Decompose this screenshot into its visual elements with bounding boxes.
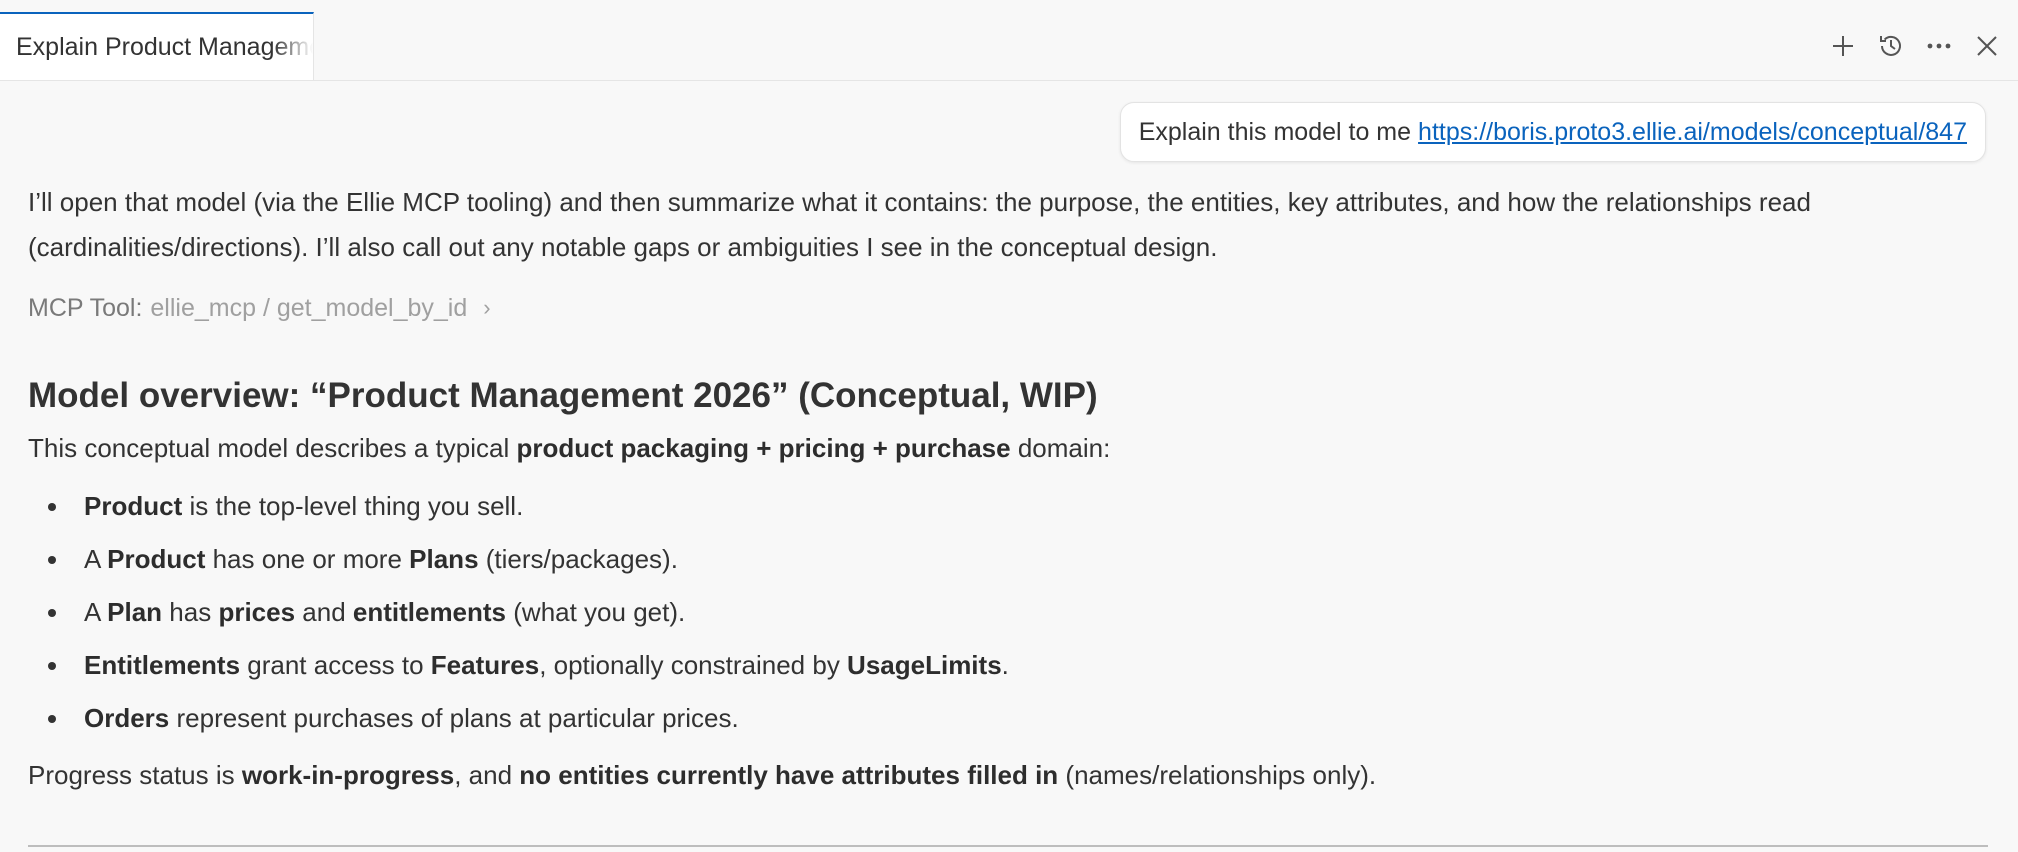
model-overview-heading: Model overview: “Product Management 2026… [28, 376, 1098, 415]
bullet-text: grant access to [240, 650, 431, 680]
close-icon [1977, 36, 1997, 56]
bullet-text: and [295, 597, 353, 627]
bullet-text: (tiers/packages). [478, 544, 678, 574]
overview-bullet-item: Product is the top-level thing you sell. [28, 480, 1988, 533]
ellipsis-icon [1927, 43, 1951, 49]
overview-bullet-item: A Plan has prices and entitlements (what… [28, 586, 1988, 639]
status-part-2: , and [454, 760, 520, 790]
chevron-right-icon[interactable]: › [483, 295, 490, 321]
user-message-bubble: Explain this model to me https://boris.p… [1119, 102, 1986, 162]
history-button[interactable] [1871, 26, 1911, 66]
tab-title: Explain Product Management 2026 [16, 33, 313, 61]
tab-title-fade [273, 14, 313, 80]
tool-call-name: ellie_mcp / get_model_by_id [150, 293, 468, 322]
history-icon [1880, 35, 1901, 56]
tool-call-label: MCP Tool: [28, 293, 143, 322]
tab-chat-session[interactable]: Explain Product Management 2026 [0, 12, 314, 80]
assistant-intro-paragraph: I’ll open that model (via the Ellie MCP … [28, 187, 1811, 262]
close-button[interactable] [1967, 26, 2007, 66]
model-link[interactable]: https://boris.proto3.ellie.ai/models/con… [1418, 118, 1967, 147]
bullet-text: represent purchases of plans at particul… [169, 703, 739, 733]
bullet-text: , optionally constrained by [539, 650, 848, 680]
mcp-tool-call-row[interactable]: MCP Tool: ellie_mcp / get_model_by_id › [28, 288, 1988, 328]
overview-bullet-item: Entitlements grant access to Features, o… [28, 639, 1988, 692]
status-bold-1: work-in-progress [241, 760, 455, 790]
more-actions-button[interactable] [1919, 26, 1959, 66]
status-part-1: Progress status is [28, 760, 242, 790]
bullet-text: (what you get). [506, 597, 686, 627]
overview-bullet-item: A Product has one or more Plans (tiers/p… [28, 533, 1988, 586]
bullet-bold-term: Plan [107, 597, 163, 627]
bullet-text: A [84, 597, 108, 627]
model-overview-intro: This conceptual model describes a typica… [28, 428, 1988, 468]
overview-prefix: This conceptual model describes a typica… [28, 433, 517, 463]
status-part-3: (names/relationships only). [1058, 760, 1377, 790]
bullet-bold-term: entitlements [352, 597, 507, 627]
overview-bullet-item: Orders represent purchases of plans at p… [28, 692, 1988, 745]
bullet-bold-term: Product [107, 544, 206, 574]
tab-bar: Explain Product Management 2026 [0, 12, 2018, 81]
progress-status-line: Progress status is work-in-progress, and… [28, 753, 1988, 797]
status-bold-2: no entities currently have attributes fi… [519, 760, 1059, 790]
plus-icon [1833, 36, 1853, 56]
user-message-text: Explain this model to me [1138, 117, 1412, 146]
bullet-bold-term: Orders [84, 703, 170, 733]
bullet-text: has one or more [205, 544, 410, 574]
bullet-bold-term: UsageLimits [847, 650, 1002, 680]
overview-bullet-list: Product is the top-level thing you sell.… [28, 480, 1988, 745]
bullet-text: A [84, 544, 108, 574]
bullet-bold-term: Plans [409, 544, 479, 574]
bullet-bold-term: Entitlements [84, 650, 241, 680]
assistant-response: I’ll open that model (via the Ellie MCP … [28, 180, 1988, 797]
section-divider [28, 845, 1988, 847]
overview-suffix: domain: [1010, 433, 1111, 463]
bullet-bold-term: Product [84, 491, 183, 521]
bullet-bold-term: Features [430, 650, 540, 680]
overview-domain: product packaging + pricing + purchase [516, 433, 1011, 463]
bullet-bold-term: prices [218, 597, 296, 627]
bullet-text: has [162, 597, 219, 627]
bullet-text: . [1001, 650, 1009, 680]
bullet-text: is the top-level thing you sell. [182, 491, 524, 521]
new-chat-button[interactable] [1823, 26, 1863, 66]
